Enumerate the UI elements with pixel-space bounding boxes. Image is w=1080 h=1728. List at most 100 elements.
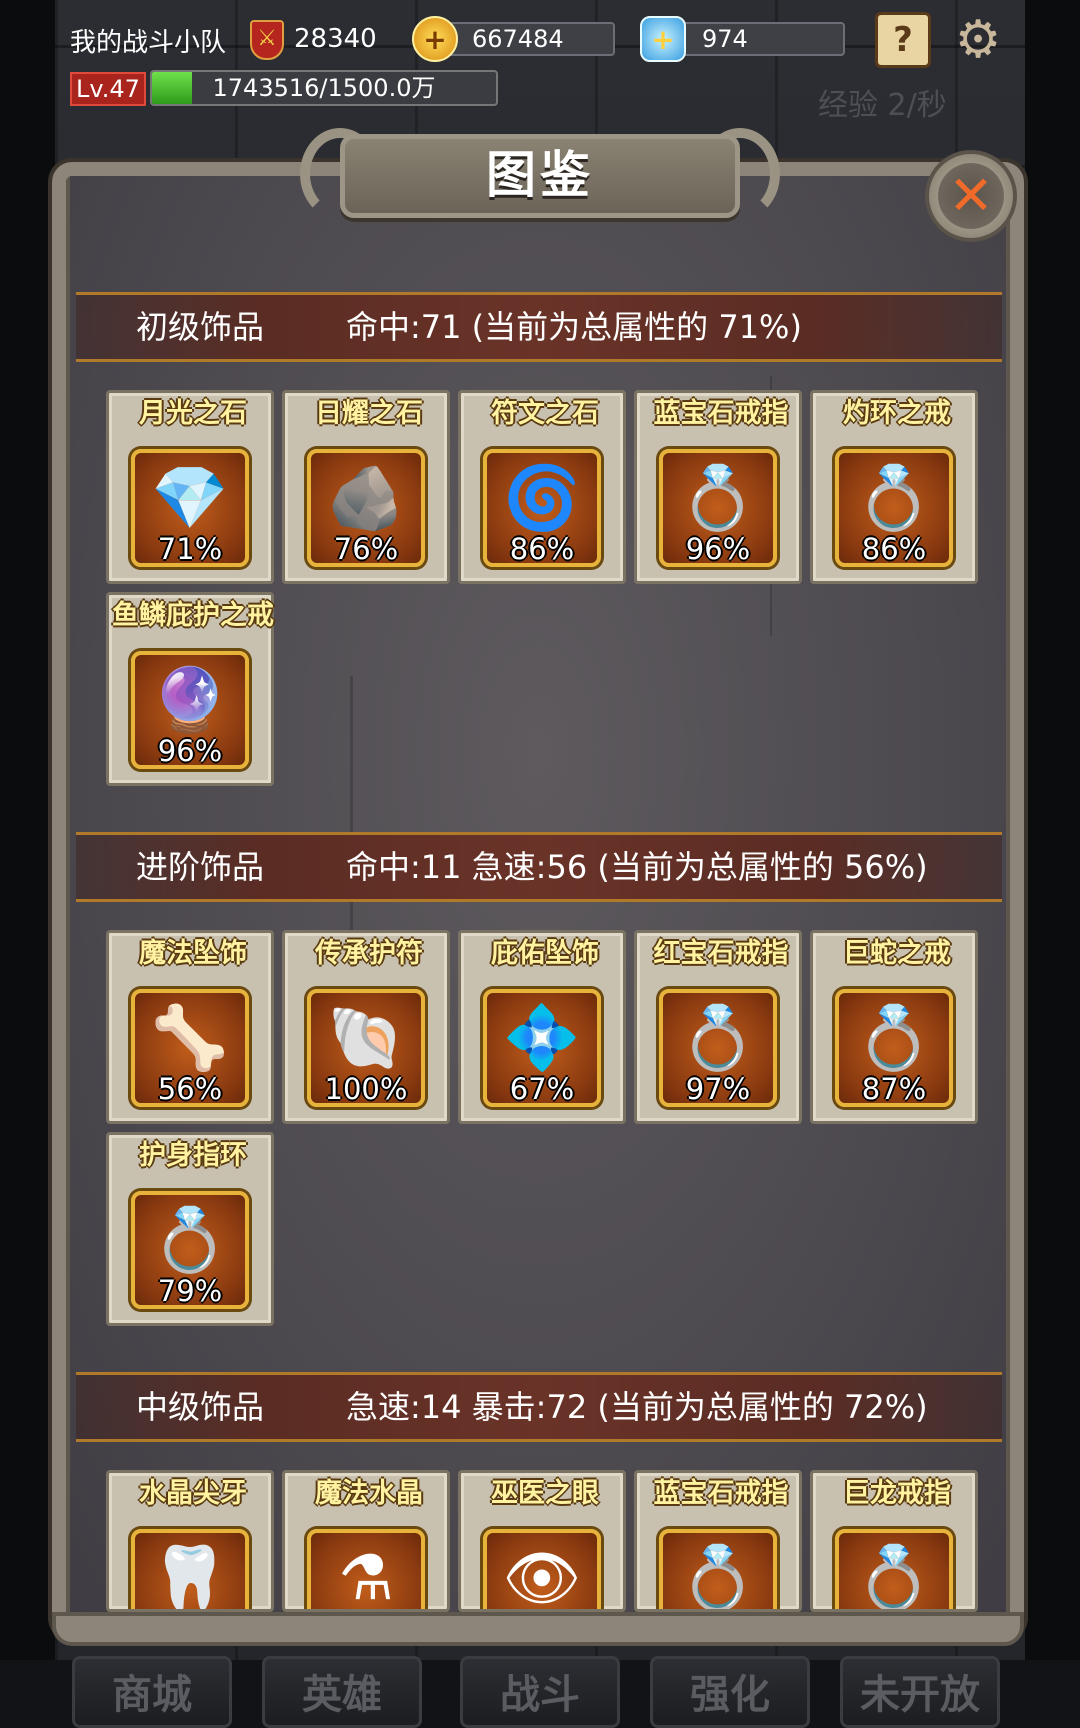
item-name: 水晶尖牙	[139, 1478, 247, 1509]
panel-frame-bottom	[52, 1612, 1024, 1646]
item-slot: 💍 86%	[835, 449, 953, 567]
collection-item-card[interactable]: 灼环之戒 💍 86%	[810, 390, 978, 584]
item-name: 鱼鳞庇护之戒	[112, 600, 274, 631]
item-slot: 🐚 100%	[307, 989, 425, 1107]
item-slot: 💠 67%	[483, 989, 601, 1107]
gold-value: 667484	[472, 25, 564, 53]
sapphire-ring-2-icon: 💍	[679, 1541, 757, 1612]
item-name: 巨龙戒指	[843, 1478, 951, 1509]
section-name: 进阶饰品	[136, 848, 265, 886]
collection-item-card[interactable]: 传承护符 🐚 100%	[282, 930, 450, 1124]
item-name: 灼环之戒	[843, 398, 951, 429]
nav-heroes[interactable]: 英雄	[262, 1656, 422, 1728]
combat-power-value: 28340	[294, 24, 377, 54]
nav-locked[interactable]: 未开放	[840, 1656, 1000, 1728]
item-progress: 79%	[157, 1274, 223, 1308]
item-name: 巨蛇之戒	[843, 938, 951, 969]
item-progress: 67%	[509, 1072, 575, 1106]
background-left	[0, 0, 55, 1728]
top-hud: 我的战斗小队 ⚔ 28340 667484 + 974 + ? ⚙ Lv.47 …	[0, 0, 1080, 123]
item-name: 蓝宝石戒指	[653, 398, 789, 429]
sunstone-icon: 🪨	[327, 461, 405, 534]
panel-title: 图鉴	[486, 146, 594, 204]
item-name: 魔法坠饰	[139, 938, 247, 969]
collection-item-card[interactable]: 魔法坠饰 🦴 56%	[106, 930, 274, 1124]
item-name: 巫医之眼	[491, 1478, 599, 1509]
section-stat: 命中:11 急速:56 (当前为总属性的 56%)	[346, 848, 928, 886]
moonstone-icon: 💎	[151, 461, 229, 534]
close-icon: ✕	[948, 164, 994, 227]
item-slot: 💍 87%	[835, 989, 953, 1107]
burning-ring-icon: 💍	[855, 461, 933, 534]
collection-item-card[interactable]: 蓝宝石戒指 💍	[634, 1470, 802, 1612]
dragon-ring-icon: 💍	[855, 1541, 933, 1612]
item-progress: 87%	[861, 1072, 927, 1106]
item-name: 日耀之石	[315, 398, 423, 429]
item-progress: 56%	[157, 1072, 223, 1106]
section-header: 中级饰品 急速:14 暴击:72 (当前为总属性的 72%)	[76, 1372, 1002, 1442]
collection-item-card[interactable]: 巫医之眼 👁	[458, 1470, 626, 1612]
exp-bar: 1743516/1500.0万	[150, 70, 498, 106]
item-progress: 97%	[685, 1072, 751, 1106]
collection-item-card[interactable]: 魔法水晶 ⚗	[282, 1470, 450, 1612]
guardian-ring-icon: 💍	[151, 1203, 229, 1276]
collection-item-card[interactable]: 红宝石戒指 💍 97%	[634, 930, 802, 1124]
item-name: 魔法水晶	[315, 1478, 423, 1509]
item-name: 庇佑坠饰	[491, 938, 599, 969]
item-slot: 💍 97%	[659, 989, 777, 1107]
gem-value: 974	[702, 25, 748, 53]
item-progress: 86%	[861, 532, 927, 566]
item-progress: 76%	[333, 532, 399, 566]
fishscale-ring-icon: 🔮	[151, 663, 229, 736]
item-slot: 💎 71%	[131, 449, 249, 567]
item-slot: 💍 79%	[131, 1191, 249, 1309]
nav-enhance[interactable]: 强化	[650, 1656, 810, 1728]
item-progress: 71%	[157, 532, 223, 566]
collection-item-card[interactable]: 符文之石 🌀 86%	[458, 390, 626, 584]
nav-battle[interactable]: 战斗	[460, 1656, 620, 1728]
item-name: 传承护符	[315, 938, 423, 969]
collection-item-card[interactable]: 庇佑坠饰 💠 67%	[458, 930, 626, 1124]
blessing-pendant-icon: 💠	[503, 1001, 581, 1074]
item-slot: 🔮 96%	[131, 651, 249, 769]
collection-item-card[interactable]: 日耀之石 🪨 76%	[282, 390, 450, 584]
collection-item-card[interactable]: 水晶尖牙 🦷	[106, 1470, 274, 1612]
nav-shop[interactable]: 商城	[72, 1656, 232, 1728]
item-slot: 🦴 56%	[131, 989, 249, 1107]
item-slot: 🌀 86%	[483, 449, 601, 567]
item-slot: 🦷	[131, 1529, 249, 1609]
collection-item-card[interactable]: 护身指环 💍 79%	[106, 1132, 274, 1326]
section-header: 初级饰品 命中:71 (当前为总属性的 71%)	[76, 292, 1002, 362]
item-progress: 100%	[324, 1072, 408, 1106]
item-name: 护身指环	[139, 1140, 247, 1171]
item-slot: 🪨 76%	[307, 449, 425, 567]
level-badge: Lv.47	[70, 72, 146, 106]
item-name: 符文之石	[491, 398, 599, 429]
exp-rate: 经验 2/秒	[818, 88, 947, 123]
collection-item-card[interactable]: 蓝宝石戒指 💍 96%	[634, 390, 802, 584]
gear-icon[interactable]: ⚙	[950, 12, 1006, 68]
close-button[interactable]: ✕	[925, 150, 1017, 242]
ruby-ring-icon: 💍	[679, 1001, 757, 1074]
item-slot: ⚗	[307, 1529, 425, 1609]
background-right	[1025, 0, 1080, 1728]
collection-item-card[interactable]: 月光之石 💎 71%	[106, 390, 274, 584]
collection-item-card[interactable]: 巨蛇之戒 💍 87%	[810, 930, 978, 1124]
add-gold-icon[interactable]: +	[412, 16, 458, 62]
section-stat: 命中:71 (当前为总属性的 71%)	[346, 308, 802, 346]
section-header: 进阶饰品 命中:11 急速:56 (当前为总属性的 56%)	[76, 832, 1002, 902]
item-slot: 💍 96%	[659, 449, 777, 567]
add-gem-icon[interactable]: +	[640, 16, 686, 62]
heritage-amulet-icon: 🐚	[327, 1001, 405, 1074]
collection-item-card[interactable]: 巨龙戒指 💍	[810, 1470, 978, 1612]
witch-eye-icon: 👁	[502, 1541, 582, 1612]
item-name: 蓝宝石戒指	[653, 1478, 789, 1509]
item-slot: 💍	[659, 1529, 777, 1612]
collection-item-card[interactable]: 鱼鳞庇护之戒 🔮 96%	[106, 592, 274, 786]
item-progress: 86%	[509, 532, 575, 566]
item-progress: 96%	[685, 532, 751, 566]
item-slot: 👁	[483, 1529, 601, 1612]
runestone-icon: 🌀	[503, 461, 581, 534]
help-book-icon[interactable]: ?	[875, 12, 931, 68]
item-slot: 💍	[835, 1529, 953, 1612]
